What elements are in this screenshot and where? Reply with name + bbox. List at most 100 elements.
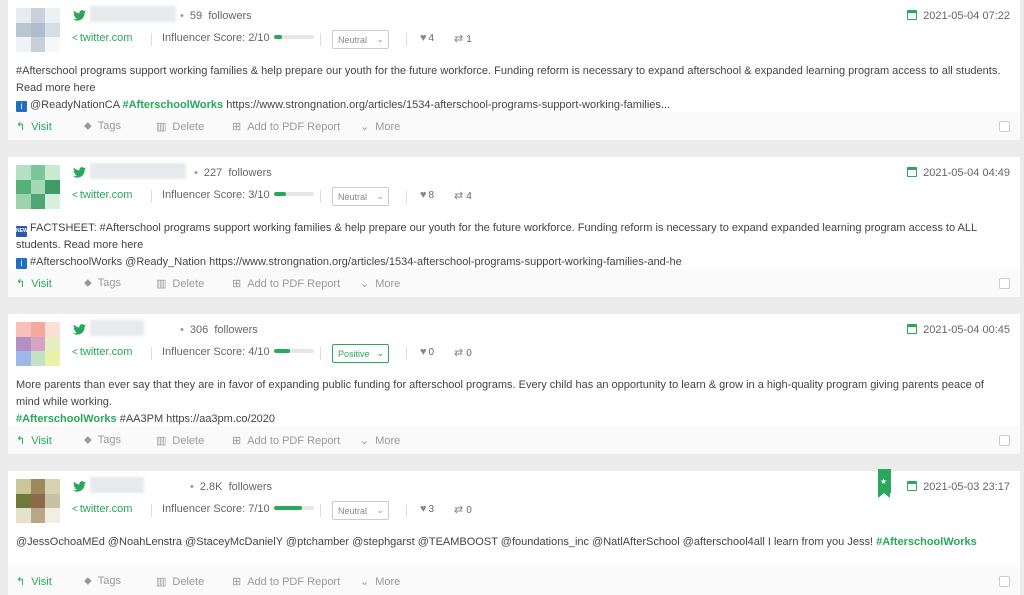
delete-button[interactable]: ▥ Delete bbox=[156, 277, 204, 290]
source-link[interactable]: < twitter.com bbox=[72, 189, 132, 201]
divider bbox=[320, 33, 321, 46]
post-actions: ↰ Visit ⬥ Tags ▥ Delete ⊞ Add to PDF Report … bbox=[8, 269, 1020, 297]
star-icon: ★ bbox=[880, 477, 888, 486]
trash-icon: ▥ bbox=[156, 278, 167, 290]
likes-count: ♥ 0 bbox=[420, 346, 435, 358]
visit-button[interactable]: ↰ Visit bbox=[16, 434, 52, 447]
likes-count: ♥ 8 bbox=[420, 189, 435, 201]
sentiment-select[interactable]: Positive ⌄ bbox=[332, 344, 389, 363]
likes-count: ♥ 3 bbox=[420, 503, 435, 515]
chevron-down-icon: ⌄ bbox=[360, 121, 370, 133]
sentiment-select[interactable]: Neutral ⌄ bbox=[332, 30, 389, 49]
post-date: 2021-05-04 00:45 bbox=[907, 324, 1010, 336]
tags-button[interactable]: ⬥ Tags bbox=[84, 120, 121, 133]
tags-button[interactable]: ⬥ Tags bbox=[84, 575, 121, 588]
share-icon: < bbox=[72, 190, 78, 201]
author-name[interactable] bbox=[90, 163, 186, 179]
author-name[interactable] bbox=[90, 6, 176, 22]
select-checkbox[interactable] bbox=[999, 576, 1010, 587]
tags-button[interactable]: ⬥ Tags bbox=[84, 277, 121, 290]
calendar-icon bbox=[907, 167, 918, 177]
sentiment-select[interactable]: Neutral ⌄ bbox=[332, 187, 389, 206]
divider bbox=[406, 33, 407, 46]
delete-button[interactable]: ▥ Delete bbox=[156, 575, 204, 588]
plus-square-icon: ⊞ bbox=[232, 278, 242, 290]
avatar[interactable] bbox=[16, 479, 60, 523]
visit-button[interactable]: ↰ Visit bbox=[16, 277, 52, 290]
select-checkbox[interactable] bbox=[999, 278, 1010, 289]
chevron-down-icon: ⌄ bbox=[360, 278, 370, 290]
chevron-down-icon: ⌄ bbox=[376, 34, 384, 44]
delete-button[interactable]: ▥ Delete bbox=[156, 434, 204, 447]
avatar[interactable] bbox=[16, 322, 60, 366]
retweet-icon: ⇄ bbox=[454, 504, 464, 516]
heart-icon: ♥ bbox=[420, 503, 427, 515]
add-to-pdf-button[interactable]: ⊞ Add to PDF Report bbox=[232, 277, 340, 290]
bookmark-icon[interactable]: ★ bbox=[878, 469, 891, 498]
heart-icon: ♥ bbox=[420, 189, 427, 201]
add-to-pdf-button[interactable]: ⊞ Add to PDF Report bbox=[232, 120, 340, 133]
more-button[interactable]: ⌄ More bbox=[360, 575, 400, 588]
avatar[interactable] bbox=[16, 165, 60, 209]
visit-button[interactable]: ↰ Visit bbox=[16, 575, 52, 588]
retweet-icon: ⇄ bbox=[454, 190, 464, 202]
source-link[interactable]: < twitter.com bbox=[72, 32, 132, 44]
sentiment-select[interactable]: Neutral ⌄ bbox=[332, 501, 389, 520]
post-text: @JessOchoaMEd @NoahLenstra @StaceyMcDani… bbox=[16, 536, 977, 548]
author-name[interactable] bbox=[90, 477, 144, 493]
tag-icon: ⬥ bbox=[84, 120, 92, 132]
add-to-pdf-button[interactable]: ⊞ Add to PDF Report bbox=[232, 434, 340, 447]
divider bbox=[320, 347, 321, 360]
influencer-score: Influencer Score: 4/10 bbox=[162, 346, 314, 358]
heart-icon: ♥ bbox=[420, 32, 427, 44]
source-link[interactable]: < twitter.com bbox=[72, 346, 132, 358]
tags-button[interactable]: ⬥ Tags bbox=[84, 434, 121, 447]
followers-count: • 59 followers bbox=[180, 10, 252, 22]
add-to-pdf-button[interactable]: ⊞ Add to PDF Report bbox=[232, 575, 340, 588]
divider bbox=[406, 347, 407, 360]
influencer-score-bar bbox=[273, 192, 314, 196]
twitter-icon bbox=[73, 167, 86, 178]
chevron-down-icon: ⌄ bbox=[360, 576, 370, 588]
select-checkbox[interactable] bbox=[999, 435, 1010, 446]
select-checkbox[interactable] bbox=[999, 121, 1010, 132]
retweets-count: ⇄ 4 bbox=[454, 190, 472, 202]
more-button[interactable]: ⌄ More bbox=[360, 277, 400, 290]
post-actions: ↰ Visit ⬥ Tags ▥ Delete ⊞ Add to PDF Report … bbox=[8, 567, 1020, 595]
chevron-down-icon: ⌄ bbox=[360, 435, 370, 447]
retweets-count: ⇄ 0 bbox=[454, 504, 472, 516]
retweet-icon: ⇄ bbox=[454, 33, 464, 45]
divider bbox=[151, 347, 152, 360]
visit-button[interactable]: ↰ Visit bbox=[16, 120, 52, 133]
likes-count: ♥ 4 bbox=[420, 32, 435, 44]
avatar[interactable] bbox=[16, 8, 60, 52]
factsheet-emoji-icon: NEW bbox=[16, 226, 28, 237]
retweets-count: ⇄ 1 bbox=[454, 33, 472, 45]
followers-count: • 2.8K followers bbox=[190, 481, 273, 493]
heart-icon: ♥ bbox=[420, 346, 427, 358]
hashtag-link[interactable]: #AfterschoolWorks bbox=[876, 536, 977, 548]
post-card: • 2.8K followers ★ 2021-05-03 23:17 < twit… bbox=[8, 469, 1020, 595]
post-date: 2021-05-03 23:17 bbox=[907, 481, 1010, 493]
delete-button[interactable]: ▥ Delete bbox=[156, 120, 204, 133]
plus-square-icon: ⊞ bbox=[232, 435, 242, 447]
post-text: NEW FACTSHEET: #Afterschool programs supp… bbox=[16, 222, 977, 269]
influencer-score: Influencer Score: 2/10 bbox=[162, 32, 314, 44]
source-link[interactable]: < twitter.com bbox=[72, 503, 132, 515]
reply-arrow-icon: ↰ bbox=[16, 435, 26, 447]
hashtag-link[interactable]: #AfterschoolWorks bbox=[123, 99, 224, 111]
info-emoji-icon: i bbox=[16, 258, 27, 269]
post-actions: ↰ Visit ⬥ Tags ▥ Delete ⊞ Add to PDF Report … bbox=[8, 112, 1020, 140]
more-button[interactable]: ⌄ More bbox=[360, 120, 400, 133]
divider bbox=[151, 504, 152, 517]
more-button[interactable]: ⌄ More bbox=[360, 434, 400, 447]
share-icon: < bbox=[72, 33, 78, 44]
author-name[interactable] bbox=[90, 320, 144, 336]
info-emoji-icon: i bbox=[16, 101, 27, 112]
hashtag-link[interactable]: #AfterschoolWorks bbox=[16, 413, 117, 425]
tag-icon: ⬥ bbox=[84, 434, 92, 446]
plus-square-icon: ⊞ bbox=[232, 576, 242, 588]
divider bbox=[320, 504, 321, 517]
tag-icon: ⬥ bbox=[84, 277, 92, 289]
trash-icon: ▥ bbox=[156, 121, 167, 133]
